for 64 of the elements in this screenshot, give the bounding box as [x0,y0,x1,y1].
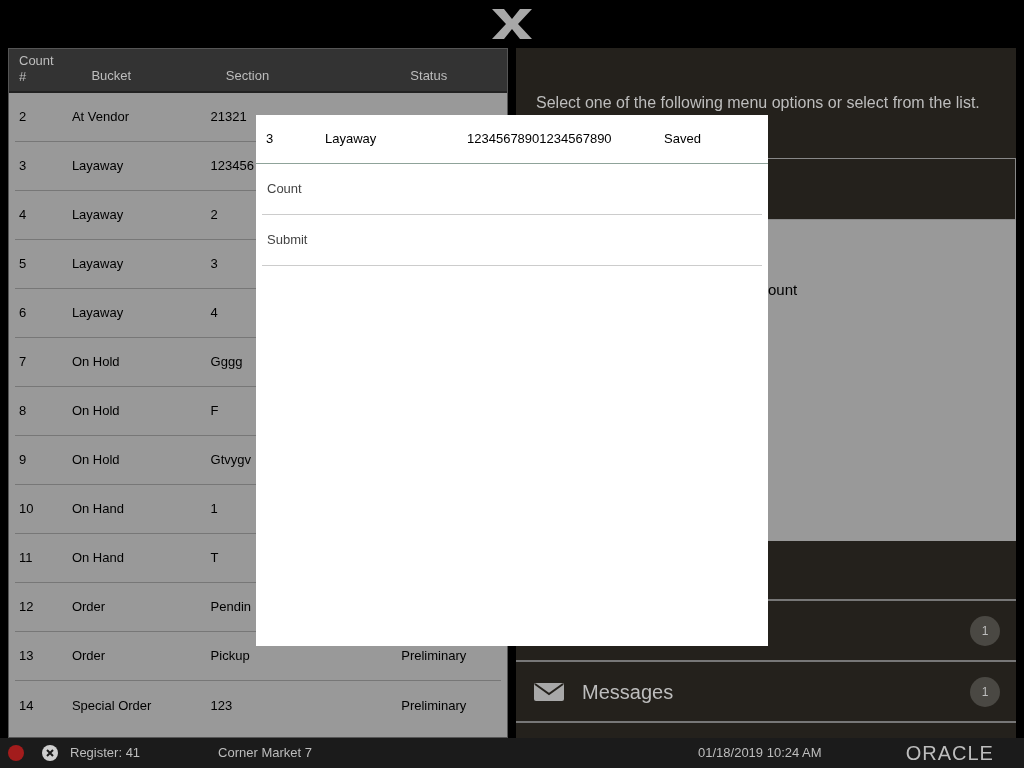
table-cell: 3 [266,131,274,147]
table-cell: 12 [19,599,34,615]
table-cell: Layaway [71,305,124,321]
table-cell: Preliminary [401,697,467,713]
table-cell: Special Order [71,697,152,713]
table-cell: Pendin [210,599,252,615]
table-cell: Layaway [71,158,124,174]
table-cell: 8 [19,403,27,419]
table-cell: 2 [210,207,218,223]
table-cell: 2 [19,109,27,125]
table-cell: On Hand [71,501,124,517]
table-cell: Gtvygv [210,452,252,468]
table-cell: On Hand [71,550,124,566]
count-badge: 1 [970,676,1000,707]
close-icon[interactable] [42,745,58,761]
table-cell: 3 [210,256,218,272]
table-cell: Layaway [325,131,377,147]
table-cell: 10 [19,501,34,517]
table-cell: Saved [664,131,701,147]
column-header: Section [225,66,271,85]
table-cell: 5 [19,256,27,272]
table-cell: 4 [210,305,218,321]
table-cell: 3 [19,158,27,174]
brand-logo: ORACLE [905,741,994,766]
table-cell: Layaway [71,207,124,223]
column-header: Count # [18,53,55,85]
table-cell: 7 [19,354,27,370]
x-logo-icon [490,8,534,40]
table-cell: Layaway [71,256,124,272]
date-time: 01/18/2019 10:24 AM [698,744,822,763]
table-cell: On Hold [71,403,120,419]
table-cell: Preliminary [401,648,467,664]
table-cell: 6 [19,305,27,321]
table-cell: 21321 [210,109,247,125]
table-cell: 123456 [210,158,254,174]
menu-item[interactable]: Messages 1 [516,662,1016,723]
table-cell: At Vendor [71,109,129,125]
table-cell: 1 [210,501,218,517]
table-cell: Gggg [210,354,243,370]
menu-option[interactable]: Count [262,164,762,215]
menu-option[interactable]: Submit [262,215,762,266]
table-cell: 13 [19,648,34,664]
table-cell: T [210,550,219,566]
column-header: Bucket [91,66,133,85]
table-cell: Order [71,599,106,615]
table-cell: F [210,403,219,419]
menu-label: Messages [582,679,674,705]
table-cell: Order [71,648,106,664]
column-header: Status [410,66,449,85]
envelope-icon [534,682,564,701]
table-cell: 123 [210,697,233,713]
instruction-text: Select one of the following menu options or select from the list. [536,93,980,113]
table-cell: On Hold [71,354,120,370]
table-cell: 4 [19,207,27,223]
register-label: Register: 41 [70,744,141,763]
store-name: Corner Market 7 [218,744,312,763]
table-cell: 12345678901234567890 [467,131,612,147]
table-cell: On Hold [71,452,120,468]
table-cell: 9 [19,452,27,468]
count-badge: 1 [970,615,1000,646]
partial-text: ount [768,281,798,298]
table-cell: Pickup [210,648,250,664]
table-cell: 14 [19,697,34,713]
table-cell: 11 [19,550,33,566]
